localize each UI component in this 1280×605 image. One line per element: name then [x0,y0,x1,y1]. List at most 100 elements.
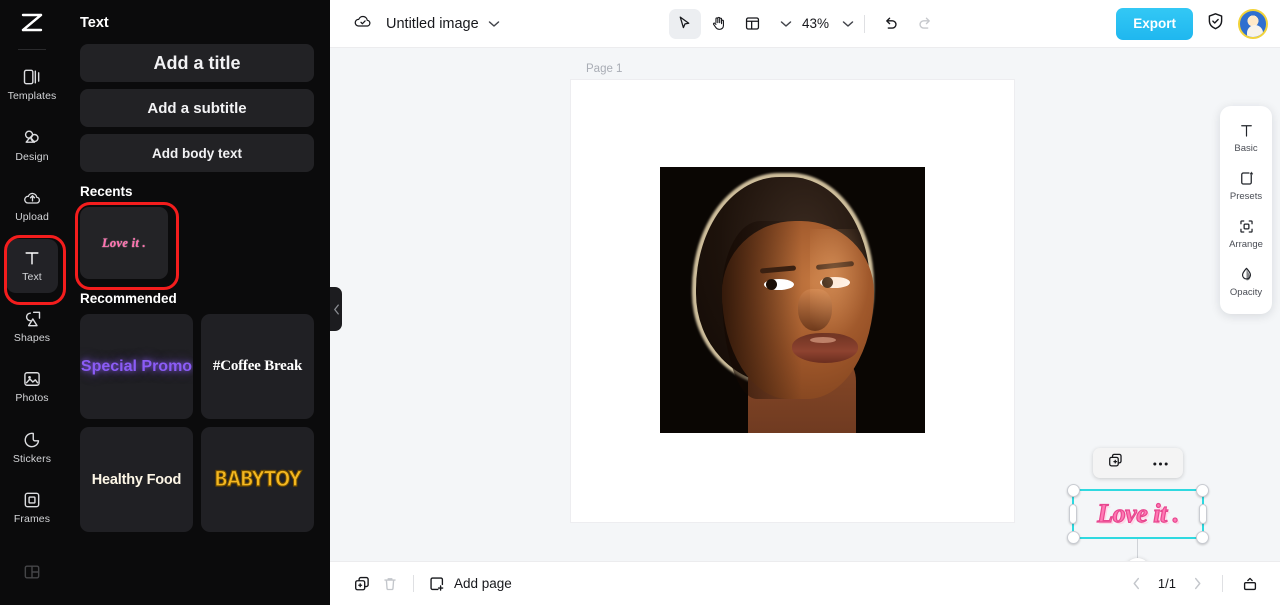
cloud-save-status[interactable] [352,11,374,36]
page-label: Page 1 [586,63,623,75]
undo-button[interactable] [875,9,907,39]
right-panel-item-arrange[interactable]: Arrange [1220,210,1272,258]
recommended-grid: Special Promo #Coffee Break Healthy Food… [80,314,314,532]
resize-handle-right[interactable] [1199,504,1207,524]
hand-tool-button[interactable] [703,9,735,39]
recommended-tile-healthy-food[interactable]: Healthy Food [80,427,193,532]
right-panel-item-presets[interactable]: Presets [1220,162,1272,210]
text-panel: Text Add a title Add a subtitle Add body… [64,0,330,605]
expand-panel-button[interactable] [1236,571,1264,597]
selected-text-element[interactable]: Love it . [1074,498,1202,529]
page-count: 1/1 [1157,576,1176,591]
resize-handle-bottom-right[interactable] [1196,531,1209,544]
cursor-arrow-icon [680,16,690,29]
layout-tool-button[interactable] [737,9,769,39]
right-panel-item-basic[interactable]: Basic [1220,114,1272,162]
sidebar-item-frames[interactable]: Frames [6,480,58,534]
tile-label: Healthy Food [91,471,182,488]
duplicate-button[interactable] [1107,452,1124,474]
text-selection-box[interactable]: Love it . [1067,484,1209,544]
tile-label: Special Promo [80,357,193,375]
cloud-saved-icon [354,15,371,27]
top-toolbar: Untitled image 43% Export [330,0,1280,48]
zoom-dropdown-button[interactable] [842,20,854,28]
recent-text-item[interactable]: Love it . [75,202,179,290]
undo-arrow-icon [886,17,897,29]
user-avatar[interactable] [1238,8,1268,39]
face-highlight [810,229,870,339]
face-shadow [722,221,802,399]
trash-icon [384,577,396,590]
presets-star-icon [1240,171,1253,185]
portrait-image[interactable] [660,167,925,433]
right-panel-item-opacity[interactable]: Opacity [1220,258,1272,306]
resize-handle-top-right[interactable] [1196,484,1209,497]
zoom-level-value[interactable]: 43% [802,16,829,31]
sidebar-item-upload[interactable]: Upload [6,178,58,232]
rotate-handle[interactable] [1125,558,1150,561]
stickers-icon [24,432,40,447]
toolbar-divider [864,14,866,33]
document-title[interactable]: Untitled image [386,16,479,32]
recommended-tile-babytoy[interactable]: BABYTOY [201,427,314,532]
layout-dropdown-button[interactable] [780,20,792,28]
rail-divider [18,48,46,50]
sidebar-item-text[interactable]: Text [4,234,66,306]
prev-page-button[interactable] [1125,572,1149,596]
toolbar-right-group: Export [1116,7,1268,40]
sidebar-item-design[interactable]: Design [6,118,58,172]
add-title-button[interactable]: Add a title [80,44,314,82]
sidebar-item-label: Shapes [13,331,51,344]
duplicate-page-button[interactable] [348,571,376,597]
right-panel-item-label: Opacity [1229,287,1263,298]
right-panel-item-label: Presets [1229,191,1263,202]
canvas-area[interactable]: Page 1 Love it . Basic Presets Arrange O… [330,48,1280,561]
canvas-page[interactable] [571,80,1014,522]
sidebar-item-label: Text [22,271,42,284]
export-button[interactable]: Export [1116,7,1193,40]
right-panel-item-label: Arrange [1229,239,1263,250]
main-area: Untitled image 43% Export Page 1 Love it… [330,0,1280,605]
add-subtitle-button[interactable]: Add a subtitle [80,89,314,127]
panel-collapse-handle[interactable] [330,287,342,331]
sidebar-item-photos[interactable]: Photos [6,359,58,413]
sidebar-item-label: Photos [15,392,49,405]
sidebar-item-label: Upload [15,211,49,224]
sidebar-item-layout[interactable] [6,545,58,599]
add-body-text-button[interactable]: Add body text [80,134,314,172]
select-tool-button[interactable] [668,8,701,39]
frames-icon [24,492,40,508]
hand-icon [713,16,725,30]
sidebar-item-stickers[interactable]: Stickers [6,420,58,474]
element-context-toolbar [1093,448,1183,478]
resize-handle-bottom-left[interactable] [1067,531,1080,544]
resize-handle-top-left[interactable] [1067,484,1080,497]
next-page-button[interactable] [1185,572,1209,596]
recents-row: Love it . [75,202,314,290]
redo-button[interactable] [909,9,941,39]
layout-panel-icon [746,17,760,30]
chevron-left-icon [1133,577,1140,590]
recommended-tile-coffee-break[interactable]: #Coffee Break [201,314,314,419]
resize-handle-left[interactable] [1069,504,1077,524]
add-page-label: Add page [454,576,512,591]
app-logo[interactable] [0,0,64,47]
chevron-right-icon [1194,577,1200,590]
recommended-tile-special-promo[interactable]: Special Promo [80,314,193,419]
delete-page-button[interactable] [376,571,404,597]
document-title-menu-button[interactable] [488,20,500,28]
opacity-droplet-icon [1241,267,1251,281]
upload-cloud-icon [23,192,40,204]
more-options-button[interactable] [1152,454,1169,472]
sidebar-item-templates[interactable]: Templates [6,58,58,112]
add-page-button[interactable]: Add page [428,575,512,593]
shapes-icon [25,311,41,327]
right-properties-panel: Basic Presets Arrange Opacity [1220,106,1272,314]
chevron-down-icon [780,20,792,27]
shield-button[interactable] [1205,11,1226,37]
chevron-left-icon [333,303,339,315]
page-nav-group: 1/1 [1125,571,1264,597]
right-panel-item-label: Basic [1234,143,1258,154]
templates-icon [23,69,40,85]
sidebar-item-shapes[interactable]: Shapes [6,299,58,353]
